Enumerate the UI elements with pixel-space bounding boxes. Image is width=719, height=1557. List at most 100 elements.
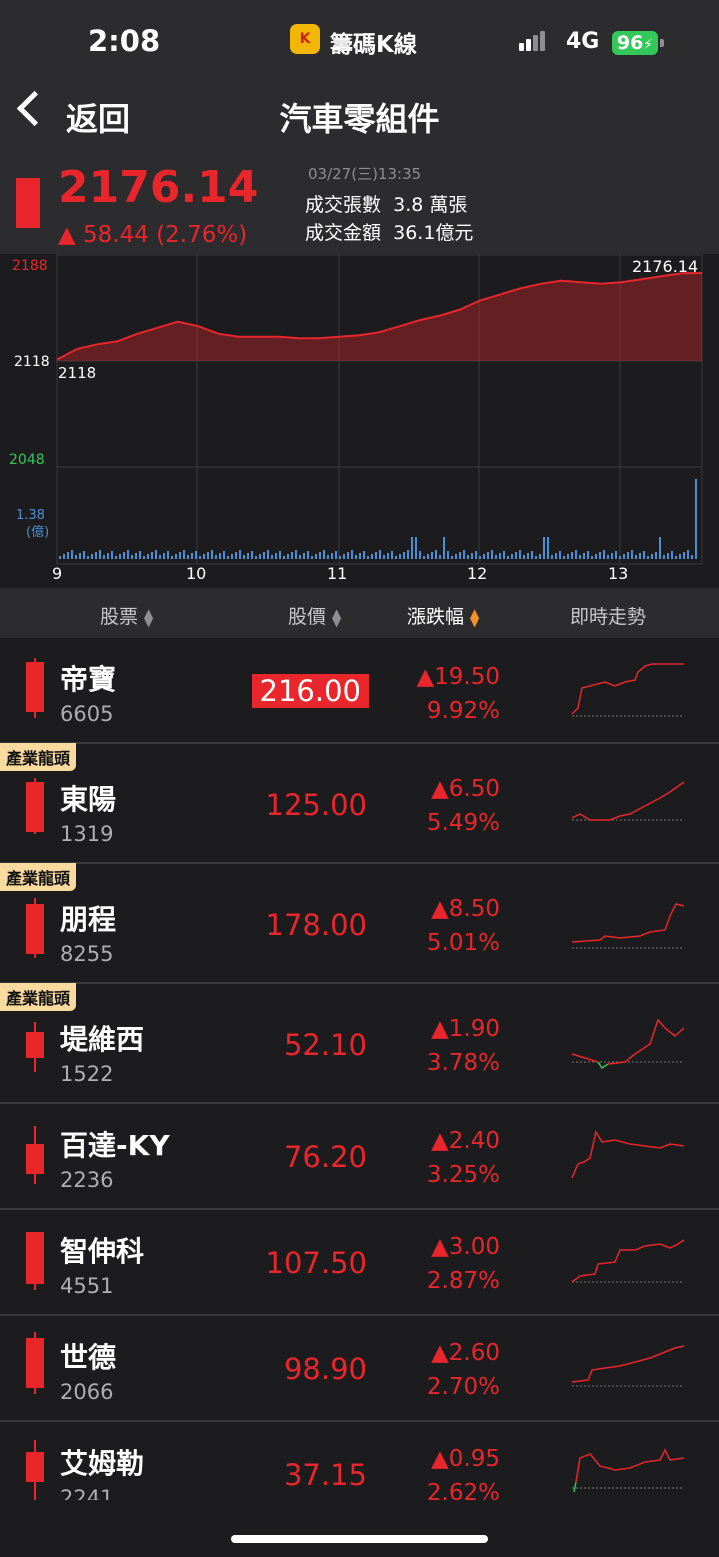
- volume-bar: [567, 554, 569, 559]
- volume-bar: [119, 554, 121, 559]
- stock-price: 98.90: [283, 1352, 367, 1386]
- y-low-label: 2048: [9, 452, 45, 468]
- stock-code: 8255: [60, 942, 114, 966]
- table-row[interactable]: 產業龍頭 東陽 1319 125.00 ▲6.50 5.49%: [0, 743, 719, 864]
- volume-bar: [259, 554, 261, 559]
- volume-bar: [99, 550, 101, 559]
- quote-datetime: 03/27(三)13:35: [308, 165, 422, 183]
- leader-badge: 產業龍頭: [0, 983, 77, 1011]
- x-tick-12: 12: [467, 564, 487, 583]
- volume-bar: [231, 554, 233, 559]
- index-price: 2176.14: [58, 162, 259, 213]
- volume-bar: [603, 550, 605, 559]
- sparkline: [571, 781, 685, 821]
- volume-bar: [215, 555, 217, 559]
- x-tick-13: 13: [608, 564, 628, 583]
- volume-bar: [147, 554, 149, 559]
- table-row[interactable]: 帝寶 6605 216.00 ▲19.50 9.92%: [0, 638, 719, 744]
- volume-bar: [423, 556, 425, 559]
- volume-bar: [467, 555, 469, 559]
- battery-tip: [660, 39, 664, 47]
- col-stock-header[interactable]: 股票 ▲ ▼: [100, 602, 153, 629]
- sparkline: [571, 1345, 685, 1387]
- volume-bar: [639, 553, 641, 559]
- col-change-header[interactable]: 漲跌幅 ▲ ▼: [407, 602, 479, 629]
- stock-name: 朋程: [60, 903, 117, 936]
- battery-level: 96: [616, 32, 644, 54]
- leader-badge: 產業龍頭: [0, 743, 77, 771]
- volume-bar: [551, 555, 553, 559]
- stock-code: 2236: [60, 1168, 114, 1192]
- stock-change-pct: 5.01%: [426, 930, 500, 956]
- y-high-label: 2188: [12, 258, 48, 274]
- home-indicator[interactable]: [231, 1535, 488, 1543]
- volume-bar: [171, 556, 173, 559]
- volume-bar: [379, 550, 381, 559]
- volume-bar: [351, 550, 353, 559]
- volume-bar: [267, 550, 269, 559]
- volume-bar: [139, 551, 141, 559]
- table-row[interactable]: 產業龍頭 朋程 8255 178.00 ▲8.50 5.01%: [0, 863, 719, 984]
- volume-bar: [363, 551, 365, 559]
- volume-max-label: 1.38: [16, 508, 45, 523]
- amount-row: 成交金額 36.1億元: [305, 218, 473, 245]
- volume-bar: [283, 556, 285, 559]
- col-price-header[interactable]: 股價 ▲ ▼: [288, 602, 341, 629]
- x-axis-labels: 9 10 11 12 13: [52, 564, 628, 583]
- volume-bar: [155, 550, 157, 559]
- volume-bar: [67, 552, 69, 559]
- sparkline: [571, 1018, 685, 1070]
- stock-change-pct: 2.70%: [426, 1374, 500, 1400]
- volume-bar: [307, 551, 309, 559]
- volume-bar: [395, 556, 397, 559]
- volume-bar: [515, 552, 517, 559]
- volume-bar: [223, 551, 225, 559]
- volume-bar: [135, 553, 137, 559]
- volume-bar: [123, 552, 125, 559]
- volume-bar: [619, 556, 621, 559]
- stock-change: ▲6.50: [431, 776, 500, 802]
- volume-bar: [391, 551, 393, 559]
- volume-bar: [483, 554, 485, 559]
- volume-bar: [543, 537, 545, 559]
- stock-name: 艾姆勒: [60, 1447, 145, 1480]
- sparkline: [571, 1239, 685, 1283]
- stock-change: ▲1.90: [431, 1016, 500, 1042]
- col-trend-label: 即時走勢: [570, 606, 647, 628]
- volume-bar: [399, 554, 401, 559]
- volume-bar: [159, 555, 161, 559]
- volume-bar: [571, 552, 573, 559]
- volume-bar: [575, 550, 577, 559]
- amount-label: 成交金額: [305, 222, 382, 244]
- volume-bar: [243, 555, 245, 559]
- volume-bar: [507, 556, 509, 559]
- sparkline: [571, 1130, 685, 1179]
- leader-badge: 產業龍頭: [0, 863, 77, 891]
- volume-bar: [183, 550, 185, 559]
- volume-bar: [295, 550, 297, 559]
- sort-icon: ▲ ▼: [332, 605, 342, 629]
- table-row[interactable]: 智伸科 4551 107.50 ▲3.00 2.87%: [0, 1210, 719, 1316]
- volume-bar: [407, 550, 409, 559]
- signal-icon: [519, 31, 547, 51]
- volume-bar: [339, 556, 341, 559]
- volume-bar: [79, 553, 81, 559]
- table-row[interactable]: 產業龍頭 堤維西 1522 52.10 ▲1.90 3.78%: [0, 983, 719, 1104]
- volume-bar: [419, 551, 421, 559]
- volume-bar: [347, 552, 349, 559]
- table-row[interactable]: 世德 2066 98.90 ▲2.60 2.70%: [0, 1316, 719, 1422]
- volume-bar: [127, 550, 129, 559]
- stock-price: 107.50: [265, 1246, 367, 1280]
- volume-bar: [91, 554, 93, 559]
- volume-bar: [103, 555, 105, 559]
- table-row[interactable]: 百達-KY 2236 76.20 ▲2.40 3.25%: [0, 1104, 719, 1210]
- volume-value: 3.8 萬張: [393, 194, 468, 216]
- volume-bar: [511, 554, 513, 559]
- candle-body: [26, 1452, 44, 1482]
- volume-bar: [475, 551, 477, 559]
- intraday-chart[interactable]: 2188 2118 2118 2048 2176.14 1.38 (億) 9 1…: [0, 254, 719, 588]
- volume-bar: [623, 554, 625, 559]
- volume-bar: [587, 551, 589, 559]
- volume-bar: [315, 554, 317, 559]
- volume-bar: [367, 556, 369, 559]
